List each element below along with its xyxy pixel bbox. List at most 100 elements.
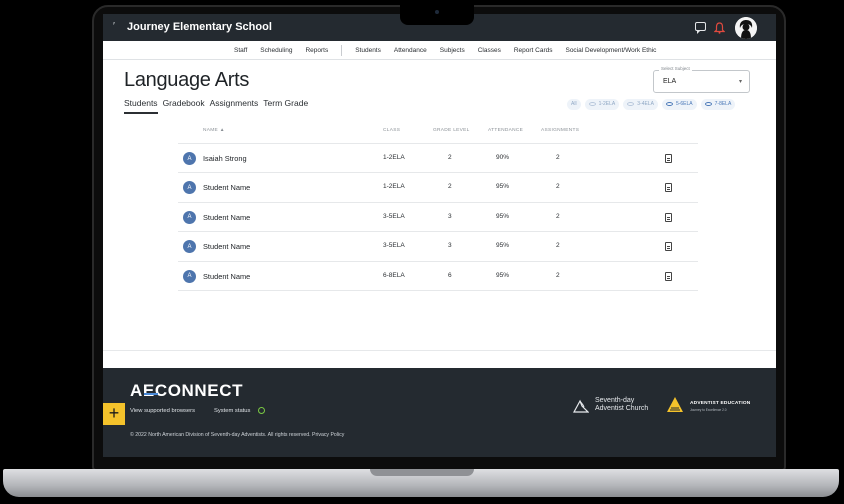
cell-assignments: 2 bbox=[556, 242, 560, 250]
system-status-link[interactable]: System status bbox=[214, 408, 250, 414]
cell-attendance: 95% bbox=[496, 183, 510, 191]
filter-chip-all[interactable]: All bbox=[567, 98, 581, 110]
page-tabs: Students Gradebook Assignments Term Grade bbox=[124, 98, 313, 114]
cell-assignments: 2 bbox=[556, 271, 560, 279]
student-name[interactable]: Student Name bbox=[203, 213, 250, 222]
nav-list: Staff Scheduling Reports Students Attendance… bbox=[234, 41, 669, 60]
nav-item-attendance[interactable]: Attendance bbox=[394, 47, 427, 54]
cell-attendance: 95% bbox=[496, 271, 510, 279]
cell-attendance: 95% bbox=[496, 212, 510, 220]
table-header: NAME ▲ CLASS GRADE LEVEL ATTENDANCE ASSI… bbox=[178, 122, 698, 144]
student-name[interactable]: Student Name bbox=[203, 242, 250, 251]
cell-attendance: 95% bbox=[496, 242, 510, 250]
filter-chip-label: 1-2ELA bbox=[598, 101, 616, 107]
laptop-base-lip bbox=[370, 469, 474, 476]
logo-accent bbox=[144, 393, 158, 395]
filter-chip-5-6ela[interactable]: 5-6ELA bbox=[661, 98, 697, 110]
sda-line1: Seventh-day bbox=[595, 397, 635, 404]
table-row[interactable]: A Student Name 1-2ELA 2 95% 2 bbox=[178, 173, 698, 203]
cell-class: 1-2ELA bbox=[383, 154, 405, 161]
nav-item-reports[interactable]: Reports bbox=[305, 47, 328, 54]
student-avatar: A bbox=[183, 152, 196, 165]
filter-chip-label: 3-4ELA bbox=[637, 101, 654, 107]
class-filters: All 1-2ELA 3-4ELA 5-6ELA 7-8ELA bbox=[563, 98, 736, 110]
page-title: Language Arts bbox=[124, 69, 250, 91]
adv-line1: ADVENTIST EDUCATION bbox=[690, 401, 751, 406]
header-assignments[interactable]: ASSIGNMENTS bbox=[541, 128, 579, 133]
document-icon[interactable] bbox=[665, 271, 672, 281]
cell-assignments: 2 bbox=[556, 212, 560, 220]
adventist-education-mark-icon bbox=[667, 397, 683, 412]
student-name[interactable]: Student Name bbox=[203, 272, 250, 281]
tab-assignments[interactable]: Assignments bbox=[210, 98, 259, 114]
chat-icon[interactable] bbox=[695, 22, 706, 34]
table-row[interactable]: A Student Name 6-8ELA 6 95% 2 bbox=[178, 262, 698, 291]
sda-text: Seventh-day Adventist Church bbox=[595, 397, 648, 413]
nav-item-social-development-work-ethic[interactable]: Social Development/Work Ethic bbox=[565, 47, 656, 54]
chevron-down-icon: ▾ bbox=[738, 79, 742, 85]
table-row[interactable]: A Student Name 3-5ELA 3 95% 2 bbox=[178, 203, 698, 233]
header-name[interactable]: NAME ▲ bbox=[203, 128, 225, 133]
eye-icon bbox=[665, 102, 673, 106]
filter-chip-label: 7-8ELA bbox=[714, 101, 732, 107]
sda-line2: Adventist Church bbox=[595, 405, 649, 412]
cell-class: 3-5ELA bbox=[383, 242, 405, 250]
user-avatar[interactable] bbox=[735, 17, 757, 39]
table-row[interactable]: A Student Name 3-5ELA 3 95% 2 bbox=[178, 232, 698, 262]
tab-gradebook[interactable]: Gradebook bbox=[163, 98, 205, 114]
document-icon[interactable] bbox=[665, 154, 672, 163]
header-class[interactable]: CLASS bbox=[383, 128, 400, 133]
cell-grade-level: 3 bbox=[448, 212, 452, 220]
document-icon[interactable] bbox=[665, 212, 672, 222]
subject-select[interactable]: Select Subject ELA ▾ bbox=[653, 66, 750, 93]
filter-chip-7-8ela[interactable]: 7-8ELA bbox=[700, 98, 736, 110]
tab-term-grade[interactable]: Term Grade bbox=[263, 98, 308, 114]
header-grade-level[interactable]: GRADE LEVEL bbox=[433, 128, 470, 133]
bell-icon[interactable] bbox=[713, 21, 726, 34]
supported-browsers-link[interactable]: View supported browsers bbox=[130, 408, 195, 414]
nav-item-classes[interactable]: Classes bbox=[478, 47, 501, 54]
eye-icon bbox=[704, 102, 712, 106]
school-name[interactable]: Journey Elementary School bbox=[127, 21, 272, 33]
cell-class: 6-8ELA bbox=[383, 271, 405, 279]
filter-chip-1-2ela[interactable]: 1-2ELA bbox=[584, 98, 620, 110]
cell-assignments: 2 bbox=[556, 154, 560, 161]
status-ok-icon bbox=[258, 407, 265, 414]
header-attendance[interactable]: ATTENDANCE bbox=[488, 128, 523, 133]
nav-item-staff[interactable]: Staff bbox=[234, 47, 247, 54]
student-avatar: A bbox=[183, 210, 196, 224]
cell-grade-level: 2 bbox=[448, 183, 452, 191]
student-avatar: A bbox=[183, 181, 196, 195]
aeconnect-logo: AECONNECT bbox=[130, 381, 243, 401]
adventist-education-logo: ADVENTIST EDUCATION Journey to Excellenc… bbox=[666, 396, 766, 418]
camera-dot bbox=[435, 10, 439, 14]
footer: AECONNECT View supported browsers System… bbox=[103, 368, 776, 457]
camera-notch bbox=[400, 5, 474, 25]
add-fab-button[interactable]: + bbox=[103, 403, 125, 425]
adv-line2: Journey to Excellence 2.0 bbox=[690, 408, 727, 412]
student-name[interactable]: Isaiah Strong bbox=[203, 154, 247, 163]
cell-class: 1-2ELA bbox=[383, 183, 405, 191]
document-icon[interactable] bbox=[665, 242, 672, 252]
cell-grade-level: 6 bbox=[448, 271, 452, 279]
filter-chip-label: All bbox=[571, 101, 577, 107]
nav-item-students[interactable]: Students bbox=[355, 47, 381, 54]
menu-glyph-icon[interactable]: ′ bbox=[113, 21, 115, 32]
app-screen: ′ Journey Elementary School Staff Schedul… bbox=[103, 14, 776, 457]
filter-chip-3-4ela[interactable]: 3-4ELA bbox=[623, 98, 658, 110]
nav-item-report-cards[interactable]: Report Cards bbox=[514, 47, 553, 54]
nav-item-scheduling[interactable]: Scheduling bbox=[260, 47, 292, 54]
subject-select-legend: Select Subject bbox=[659, 66, 692, 71]
document-icon[interactable] bbox=[665, 183, 672, 193]
cell-attendance: 90% bbox=[496, 154, 510, 161]
student-name[interactable]: Student Name bbox=[203, 183, 250, 192]
laptop-mockup: ′ Journey Elementary School Staff Schedul… bbox=[0, 0, 844, 504]
nav-item-subjects[interactable]: Subjects bbox=[440, 47, 465, 54]
content-divider bbox=[103, 350, 776, 351]
tab-students[interactable]: Students bbox=[124, 98, 158, 114]
copyright-text: © 2022 North American Division of Sevent… bbox=[130, 432, 345, 438]
cell-assignments: 2 bbox=[556, 183, 560, 191]
main-nav: Staff Scheduling Reports Students Attendance… bbox=[103, 41, 776, 60]
table-row[interactable]: A Isaiah Strong 1-2ELA 2 90% 2 bbox=[178, 144, 698, 174]
table-body: A Isaiah Strong 1-2ELA 2 90% 2 A Student Name 1-… bbox=[178, 144, 698, 291]
